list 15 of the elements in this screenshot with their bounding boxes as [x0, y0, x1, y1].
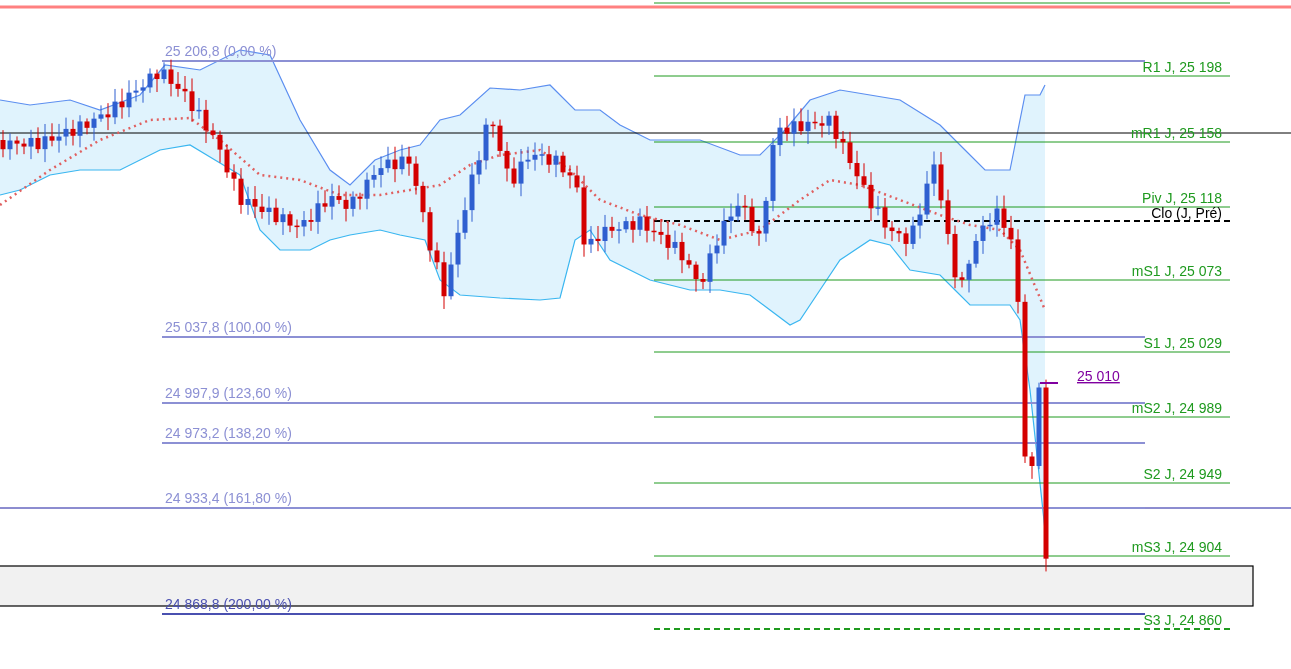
- pivot-label: Clo (J, Pré): [1151, 205, 1222, 221]
- pivot-label: Piv J, 25 118: [1142, 190, 1222, 206]
- pivot-label: mS1 J, 25 073: [1131, 263, 1222, 279]
- pivot-label: mS3 J, 24 904: [1131, 539, 1222, 555]
- fibonacci-label: 25 037,8 (100,00 %): [165, 319, 292, 335]
- pivot-label: S2 J, 24 949: [1143, 466, 1222, 482]
- pivot-label: R1 J, 25 198: [1142, 59, 1222, 75]
- price-tick: [1039, 382, 1059, 384]
- fibonacci-label: 24 973,2 (138,20 %): [165, 425, 292, 441]
- pivot-label: S1 J, 25 029: [1143, 335, 1222, 351]
- pivot-label: mS2 J, 24 989: [1131, 400, 1222, 416]
- fibonacci-label: 24 997,9 (123,60 %): [165, 385, 292, 401]
- fibonacci-label: 24 933,4 (161,80 %): [165, 490, 292, 506]
- pivot-label: S3 J, 24 860: [1143, 612, 1222, 628]
- price-marker: 25 010: [1077, 368, 1120, 384]
